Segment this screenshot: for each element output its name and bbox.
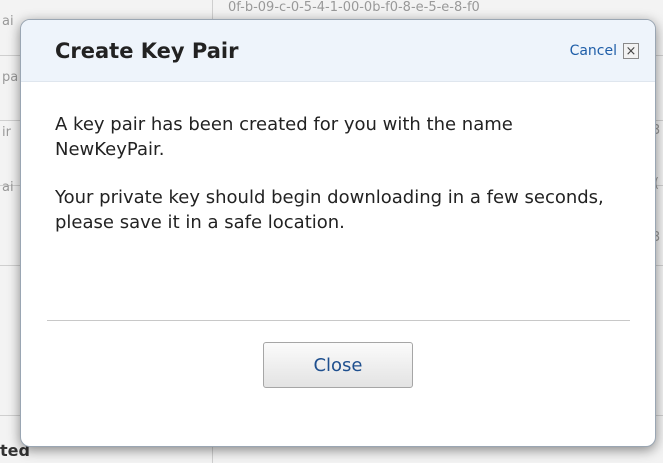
dialog-header: Create Key Pair Cancel ×	[21, 20, 655, 82]
download-instructions-message: Your private key should begin downloadin…	[55, 187, 604, 233]
dialog-title: Create Key Pair	[55, 38, 239, 63]
cancel-link[interactable]: Cancel	[570, 43, 617, 59]
cancel-controls: Cancel ×	[570, 42, 639, 59]
close-icon[interactable]: ×	[623, 42, 639, 59]
dialog-footer: Close	[21, 321, 655, 388]
dialog-body: A key pair has been created for you with…	[21, 82, 655, 320]
create-key-pair-dialog: Create Key Pair Cancel × A key pair has …	[20, 19, 656, 447]
close-button[interactable]: Close	[263, 342, 413, 388]
background-cell-fragment: ai	[2, 180, 14, 195]
background-cell-fragment: pa	[2, 70, 19, 85]
background-cell-fragment: ai	[2, 14, 14, 29]
background-cell-fragment: ir	[2, 125, 11, 140]
background-cell-fragment: 0f-b-09-c-0-5-4-1-00-0b-f0-8-e-5-e-8-f0	[228, 0, 480, 15]
key-created-message: A key pair has been created for you with…	[55, 114, 513, 160]
